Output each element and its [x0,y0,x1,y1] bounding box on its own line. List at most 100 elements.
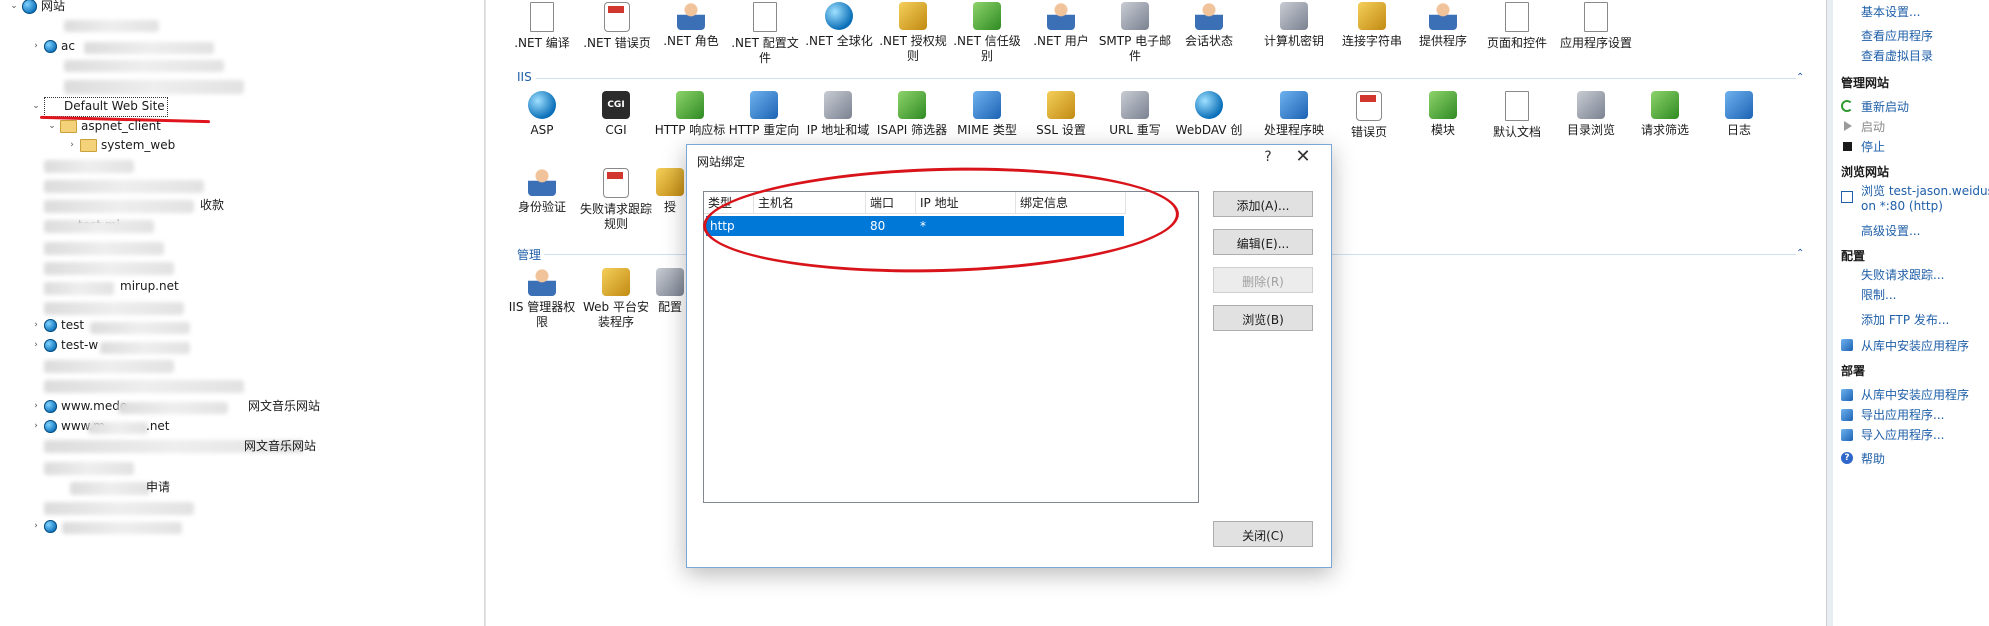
cell-port: 80 [870,219,886,233]
feature-net-trust-levels[interactable]: .NET 信任级别 [950,2,1024,64]
feature-net-compile[interactable]: .NET 编译 [505,2,579,51]
feature-ip-domain[interactable]: IP 地址和域 [801,91,875,138]
column-header-port[interactable]: 端口 [866,192,916,214]
feature-net-roles[interactable]: .NET 角色 [654,2,728,49]
feature-net-profile[interactable]: .NET 配置文件 [728,2,802,66]
action-import-app[interactable]: 导入应用程序... [1861,426,1944,443]
action-install-from-gallery[interactable]: 从库中安装应用程序 [1861,337,1969,354]
action-limits[interactable]: 限制... [1861,286,1896,303]
config-icon [656,268,684,296]
feature-handler-mappings[interactable]: 处理程序映 [1252,91,1336,138]
connections-tree: ⌄ 网站 › ac ⌄ Default Web Site ⌄ aspnet_cl… [0,0,485,626]
column-header-ip[interactable]: IP 地址 [916,192,1016,214]
feature-authentication[interactable]: 身份验证 [505,168,579,215]
help-icon[interactable]: ? [1259,149,1277,165]
feature-http-response-headers[interactable]: HTTP 响应标 [653,91,727,138]
feature-app-settings[interactable]: 应用程序设置 [1554,2,1638,51]
action-deploy-install-gallery[interactable]: 从库中安装应用程序 [1861,386,1969,403]
padlock-icon [1047,91,1075,119]
action-restart[interactable]: 重新启动 [1861,98,1909,115]
feature-modules[interactable]: 模块 [1406,91,1480,138]
column-header-host[interactable]: 主机名 [754,192,866,214]
feature-authorization[interactable]: 授 [653,168,687,215]
tree-node-site[interactable]: › test-w [30,336,98,354]
feature-mime-types[interactable]: MIME 类型 [950,91,1024,138]
rewrite-icon [1121,91,1149,119]
action-browse-site[interactable]: 浏览 test-jason.weidus [1861,182,1989,199]
feature-machine-key[interactable]: 计算机密钥 [1252,2,1336,49]
feature-url-rewrite[interactable]: URL 重写 [1098,91,1172,138]
tree-node-site[interactable]: › www.mede [30,397,127,415]
edit-button[interactable]: 编辑(E)... [1213,229,1313,255]
feature-logging[interactable]: 日志 [1702,91,1776,138]
close-button[interactable]: 关闭(C) [1213,521,1313,547]
feature-pages-controls[interactable]: 页面和控件 [1480,2,1554,51]
expand-chevron-icon[interactable]: ⌄ [8,0,20,15]
browse-site-header: 浏览网站 [1841,165,1890,179]
feature-session-state[interactable]: 会话状态 [1172,2,1246,49]
action-view-virtual-dirs[interactable]: 查看虚拟目录 [1861,47,1933,64]
feature-error-pages[interactable]: 错误页 [1332,91,1406,140]
action-advanced-settings[interactable]: 高级设置... [1861,222,1920,239]
roles-icon [677,2,705,30]
permissions-icon [528,268,556,296]
feature-asp[interactable]: ASP [505,91,579,138]
feature-default-document[interactable]: 默认文档 [1480,91,1554,140]
feature-ssl-settings[interactable]: SSL 设置 [1024,91,1098,138]
asp-icon [528,91,556,119]
action-stop[interactable]: 停止 [1861,138,1885,155]
action-export-app[interactable]: 导出应用程序... [1861,406,1944,423]
table-row[interactable]: http 80 * [706,216,1124,236]
feature-directory-browsing[interactable]: 目录浏览 [1554,91,1628,138]
browse-button[interactable]: 浏览(B) [1213,305,1313,331]
feature-cgi[interactable]: CGI CGI [579,91,653,138]
action-browse-site-binding[interactable]: on *:80 (http) [1861,199,1943,213]
tree-node-site[interactable]: › ac [30,37,75,55]
add-button[interactable]: 添加(A)... [1213,191,1313,217]
failed-request-icon [603,168,629,198]
site-globe-icon [44,399,57,413]
feature-configuration[interactable]: 配置 [653,268,687,315]
action-help[interactable]: 帮助 [1861,450,1885,467]
folder-icon [60,119,77,133]
action-start[interactable]: 启动 [1861,118,1885,135]
collapse-chevron-icon[interactable]: ⌃ [1796,72,1804,83]
column-header-binding-info[interactable]: 绑定信息 [1016,192,1126,214]
tree-node-site[interactable]: › test [30,316,84,334]
feature-net-globalization[interactable]: .NET 全球化 [802,2,876,49]
default-web-site-label[interactable]: Default Web Site [64,97,165,115]
feature-http-redirect[interactable]: HTTP 重定向 [727,91,801,138]
manage-site-header: 管理网站 [1841,76,1890,90]
feature-isapi-filters[interactable]: ISAPI 筛选器 [875,91,949,138]
section-management[interactable]: 管理 [517,246,541,263]
tree-node-system-web[interactable]: › system_web [66,136,175,154]
feature-failed-request-tracing[interactable]: 失败请求跟踪规则 [579,168,653,232]
feature-providers[interactable]: 提供程序 [1406,2,1480,49]
action-view-applications[interactable]: 查看应用程序 [1861,27,1933,44]
tree-node-aspnet-client[interactable]: ⌄ aspnet_client [46,117,161,135]
collapse-chevron-icon[interactable]: ⌃ [1796,248,1804,259]
tree-node-site[interactable]: › [30,517,61,535]
feature-web-platform-installer[interactable]: Web 平台安装程序 [579,268,653,330]
webdav-icon [1195,91,1223,119]
feature-net-authorization[interactable]: .NET 授权规则 [876,2,950,64]
column-header-type[interactable]: 类型 [704,192,754,214]
feature-net-error-pages[interactable]: .NET 错误页 [580,2,654,51]
feature-net-users[interactable]: .NET 用户 [1024,2,1098,49]
close-icon[interactable]: ✕ [1291,146,1315,167]
feature-connection-strings[interactable]: 连接字符串 [1332,2,1412,49]
feature-webdav[interactable]: WebDAV 创 [1172,91,1246,138]
action-basic-settings[interactable]: 基本设置... [1861,3,1920,20]
action-failed-request-tracing[interactable]: 失败请求跟踪... [1861,266,1944,283]
remove-button[interactable]: 删除(R) [1213,267,1313,293]
redirect-icon [750,91,778,119]
feature-iis-manager-permissions[interactable]: IIS 管理器权限 [505,268,579,330]
tree-node-sites[interactable]: ⌄ 网站 [8,0,65,15]
mime-icon [973,91,1001,119]
feature-request-filtering[interactable]: 请求筛选 [1628,91,1702,138]
error-page-icon [604,2,630,32]
action-add-ftp[interactable]: 添加 FTP 发布... [1861,311,1949,328]
key-icon [1280,2,1308,30]
section-iis[interactable]: IIS [517,70,532,84]
feature-smtp-email[interactable]: SMTP 电子邮件 [1098,2,1172,64]
